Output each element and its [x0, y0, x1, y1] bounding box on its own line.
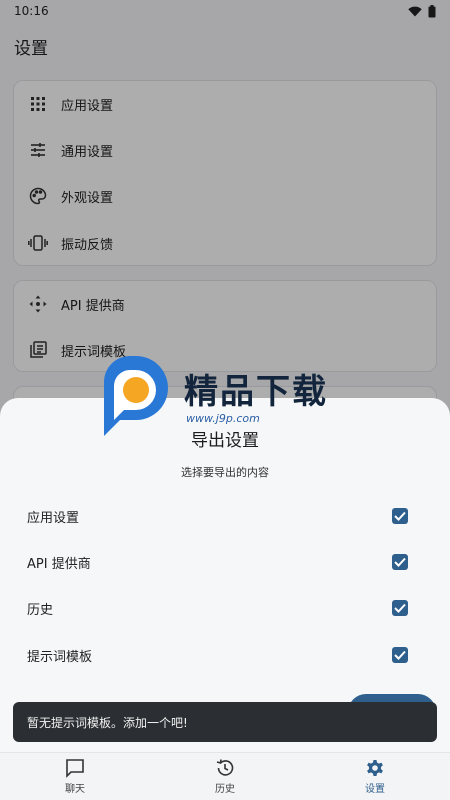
- nav-item-history[interactable]: 历史: [150, 753, 300, 800]
- checkbox-checked-icon[interactable]: [392, 508, 408, 524]
- nav-item-chat[interactable]: 聊天: [0, 753, 150, 800]
- snackbar: 暂无提示词模板。添加一个吧!: [13, 702, 437, 742]
- checkbox-checked-icon[interactable]: [392, 600, 408, 616]
- watermark-p-logo-icon: [104, 356, 168, 436]
- export-option-label: 应用设置: [27, 510, 80, 526]
- chat-icon: [66, 759, 84, 778]
- checkbox-checked-icon[interactable]: [392, 554, 408, 570]
- nav-label: 聊天: [65, 784, 85, 795]
- export-option-prompt-template[interactable]: 提示词模板: [0, 632, 450, 678]
- nav-item-settings[interactable]: 设置: [300, 753, 450, 800]
- export-option-api-provider[interactable]: API 提供商: [0, 539, 450, 585]
- history-icon: [216, 759, 234, 776]
- export-option-app-settings[interactable]: 应用设置: [0, 493, 450, 539]
- export-option-label: 历史: [27, 602, 54, 618]
- nav-label: 历史: [215, 784, 235, 795]
- nav-label: 设置: [365, 784, 385, 795]
- export-option-history[interactable]: 历史: [0, 585, 450, 631]
- export-option-label: API 提供商: [27, 556, 91, 572]
- watermark-brand: 精品下载: [184, 372, 328, 412]
- gear-icon: [367, 760, 383, 776]
- snackbar-message: 暂无提示词模板。添加一个吧!: [27, 715, 188, 730]
- checkbox-checked-icon[interactable]: [392, 647, 408, 663]
- export-option-label: 提示词模板: [27, 649, 93, 665]
- sheet-subtitle: 选择要导出的内容: [181, 466, 269, 479]
- watermark-url: www.j9p.com: [186, 412, 260, 425]
- watermark-logo: 精品下载 www.j9p.com: [96, 356, 356, 446]
- bottom-navigation: 聊天 历史 设置: [0, 752, 450, 800]
